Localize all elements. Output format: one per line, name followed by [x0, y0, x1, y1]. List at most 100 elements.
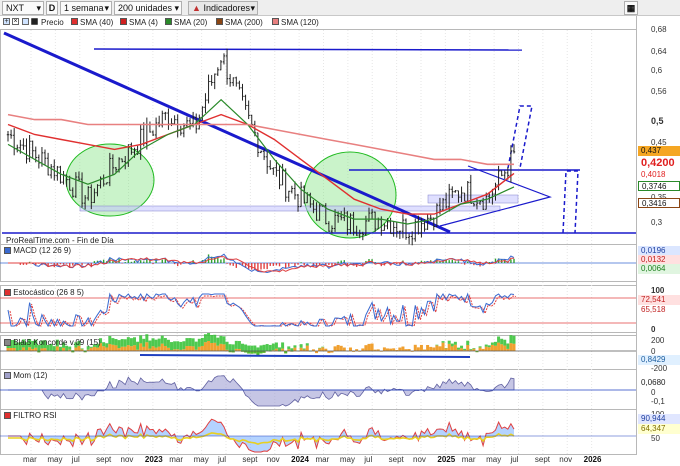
- stoch-label: Estocástico (26 8 5): [4, 288, 84, 298]
- koncorde-green-bar: [456, 347, 460, 350]
- koncorde-green-bar: [179, 341, 183, 350]
- koncorde-green-bar: [447, 340, 451, 344]
- macd-swatch-icon: [4, 247, 11, 254]
- koncorde-orange-bar: [432, 347, 436, 351]
- koncorde-orange-bar: [43, 348, 47, 351]
- koncorde-green-bar: [321, 346, 325, 348]
- koncorde-orange-bar: [382, 347, 386, 351]
- koncorde-orange-bar: [95, 347, 99, 351]
- price-tick: 0,5: [651, 116, 664, 126]
- x-tick-label: nov: [120, 455, 134, 464]
- stoch-tick: 100: [651, 286, 665, 295]
- koncorde-green-bar: [166, 339, 170, 348]
- koncorde-orange-bar: [142, 346, 146, 351]
- x-tick-label: 2025: [437, 455, 456, 464]
- koncorde-orange-bar: [111, 344, 115, 351]
- koncorde-orange-bar: [222, 344, 226, 351]
- koncorde-orange-bar: [108, 343, 112, 351]
- koncorde-orange-bar: [129, 346, 133, 351]
- koncorde-orange-bar: [123, 346, 127, 351]
- koncorde-orange-bar: [133, 345, 136, 351]
- koncorde-orange-bar: [509, 343, 513, 351]
- koncorde-orange-bar: [500, 344, 504, 351]
- momentum-area: [8, 375, 515, 407]
- koncorde-orange-bar: [512, 343, 516, 351]
- koncorde-green-bar: [114, 339, 118, 346]
- koncorde-orange-bar: [200, 345, 204, 351]
- koncorde-green-bar: [191, 338, 195, 347]
- koncorde-orange-bar: [429, 346, 433, 351]
- koncorde-orange-bar: [89, 347, 93, 351]
- koncorde-green-bar: [151, 338, 155, 347]
- koncorde-green-bar: [487, 345, 491, 348]
- x-tick-label: mar: [23, 455, 37, 464]
- koncorde-green-bar: [460, 345, 464, 349]
- sma200-badge: 0,3416: [638, 198, 680, 208]
- koncorde-green-bar: [188, 338, 192, 347]
- x-tick-label: mar: [461, 455, 476, 464]
- koncorde-green-bar: [284, 351, 288, 354]
- rsi-panel: [0, 418, 636, 453]
- koncorde-orange-bar: [154, 347, 158, 351]
- koncorde-orange-bar: [160, 343, 164, 351]
- x-tick-label: nov: [266, 455, 280, 464]
- x-tick-label: may: [193, 455, 209, 464]
- koncorde-orange-bar: [453, 344, 457, 351]
- x-tick-label: nov: [559, 455, 573, 464]
- koncorde-orange-bar: [213, 342, 217, 351]
- koncorde-orange-bar: [321, 347, 325, 351]
- koncorde-orange-bar: [364, 345, 368, 351]
- x-tick-label: may: [486, 455, 502, 464]
- koncorde-orange-bar: [197, 346, 201, 351]
- x-tick-label: may: [339, 455, 355, 464]
- macd-label: MACD (12 26 9): [4, 246, 71, 256]
- rsi-badge: 64,347: [638, 424, 680, 434]
- koncorde-swatch-icon: [4, 339, 11, 346]
- koncorde-orange-bar: [293, 347, 297, 351]
- koncorde-orange-bar: [370, 343, 374, 351]
- koncorde-green-bar: [219, 335, 223, 344]
- koncorde-green-bar: [194, 341, 198, 350]
- koncorde-green-bar: [478, 346, 482, 348]
- x-tick-label: jul: [71, 455, 80, 464]
- koncorde-green-bar: [102, 342, 106, 347]
- konc-tick: -200: [651, 364, 668, 373]
- chart-canvas: [0, 29, 643, 455]
- koncorde-green-bar: [111, 338, 115, 345]
- koncorde-green-bar: [441, 341, 445, 343]
- koncorde-green-bar: [469, 349, 473, 351]
- koncorde-orange-bar: [191, 346, 195, 351]
- koncorde-green-bar: [207, 333, 211, 341]
- koncorde-orange-bar: [450, 346, 454, 351]
- rsi-swatch-icon: [4, 412, 11, 419]
- sma120-badge: 0,4200: [638, 157, 680, 169]
- price-last-badge: 0,437: [638, 146, 680, 156]
- koncorde-orange-bar: [497, 342, 501, 351]
- koncorde-green-bar: [293, 345, 297, 348]
- koncorde-green-bar: [472, 348, 476, 349]
- koncorde-orange-bar: [401, 346, 405, 351]
- koncorde-green-bar: [148, 340, 152, 349]
- koncorde-green-bar: [173, 341, 177, 350]
- koncorde-green-bar: [133, 337, 136, 346]
- koncorde-green-bar: [506, 343, 510, 349]
- resistance-line: [93, 48, 523, 51]
- koncorde-orange-bar: [441, 342, 445, 351]
- koncorde-green-bar: [222, 336, 226, 345]
- koncorde-green-bar: [250, 345, 254, 354]
- koncorde-green-bar: [216, 337, 220, 346]
- price-tick: 0,6: [651, 66, 663, 75]
- koncorde-green-bar: [163, 338, 167, 347]
- koncorde-orange-bar: [126, 345, 130, 351]
- koncorde-orange-bar: [367, 343, 371, 351]
- koncorde-orange-bar: [6, 348, 10, 351]
- koncorde-green-bar: [287, 346, 291, 350]
- koncorde-green-bar: [500, 338, 504, 345]
- koncorde-orange-bar: [102, 346, 106, 351]
- koncorde-orange-bar: [105, 347, 109, 351]
- koncorde-green-bar: [105, 343, 109, 348]
- x-tick-label: nov: [413, 455, 426, 464]
- x-tick-label: mar: [315, 455, 330, 464]
- koncorde-orange-bar: [114, 345, 118, 351]
- koncorde-orange-bar: [219, 343, 223, 351]
